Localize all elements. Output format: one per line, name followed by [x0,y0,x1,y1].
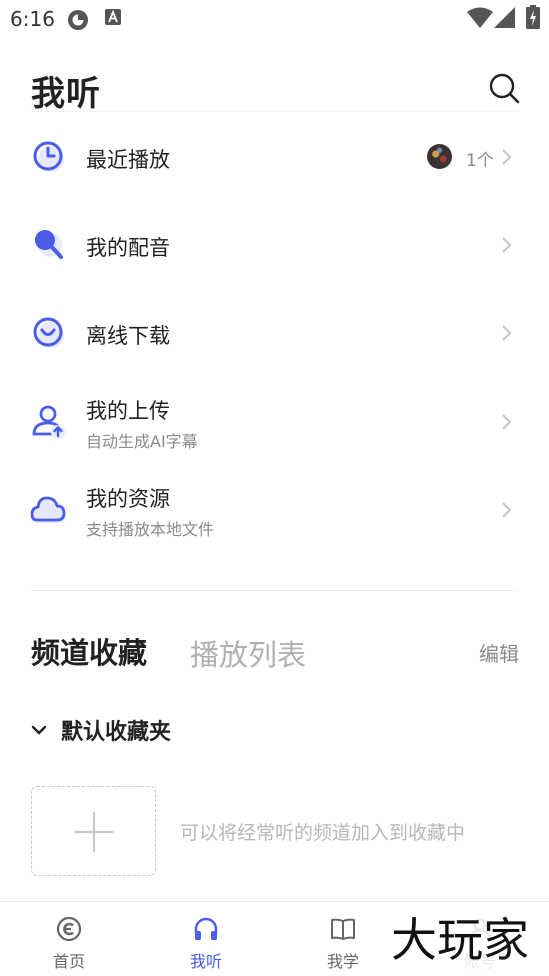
watermark-text: 大玩家 [391,913,529,967]
recent-thumbnail [427,144,452,169]
add-channel-button[interactable] [31,786,156,876]
header-divider [31,111,518,112]
search-icon[interactable] [486,70,522,106]
book-icon [331,918,355,940]
sync-status-icon [68,10,88,30]
menu-label: 我的资源 [86,487,170,511]
page-header: 我听 [0,56,549,114]
menu-label: 我的上传 [86,399,170,423]
cellular-signal-icon [494,7,515,28]
menu-item-upload[interactable]: 我的上传 自动生成AI字幕 [0,377,549,465]
chevron-right-icon [502,149,512,165]
headphones-icon [194,917,218,940]
chevron-right-icon [502,414,512,430]
nav-label: 首页 [52,952,85,971]
tab-channel-favorites[interactable]: 频道收藏 [31,630,147,672]
status-bar: 6:16 [0,0,549,38]
accessibility-status-icon [105,9,121,25]
add-channel-hint: 可以将经常听的频道加入到收藏中 [180,822,466,844]
menu-item-download[interactable]: 离线下载 [0,289,549,377]
chevron-right-icon [502,325,512,341]
watermark-logo: 大玩家 [374,904,546,974]
menu-item-dubbing[interactable]: 我的配音 [0,201,549,289]
menu-label: 我的配音 [86,236,170,260]
download-icon [33,317,64,348]
tab-playlist[interactable]: 播放列表 [190,632,306,674]
status-time: 6:16 [10,7,55,31]
clock-icon [33,141,64,172]
edit-button[interactable]: 编辑 [479,638,519,667]
folder-title[interactable]: 默认收藏夹 [61,714,171,746]
menu-label: 离线下载 [86,324,170,348]
home-icon [56,916,82,942]
menu-item-resources[interactable]: 我的资源 支持播放本地文件 [0,465,549,553]
menu-subtitle: 自动生成AI字幕 [86,432,198,451]
user-upload-icon [32,405,65,439]
menu-label: 最近播放 [86,148,170,172]
battery-icon [526,5,540,29]
chevron-down-icon[interactable] [30,721,48,739]
menu-subtitle: 支持播放本地文件 [86,520,215,539]
nav-item-listen[interactable]: 我听 [151,902,261,976]
section-divider [31,590,518,591]
recent-count: 1个 [466,151,494,171]
microphone-icon [35,230,63,259]
wifi-icon [467,7,493,28]
nav-item-home[interactable]: 首页 [14,902,124,976]
nav-label: 我听 [189,952,222,971]
page-title: 我听 [31,74,101,114]
plus-icon [74,812,114,852]
chevron-right-icon [502,502,512,518]
cloud-icon [30,496,66,523]
chevron-right-icon [502,237,512,253]
